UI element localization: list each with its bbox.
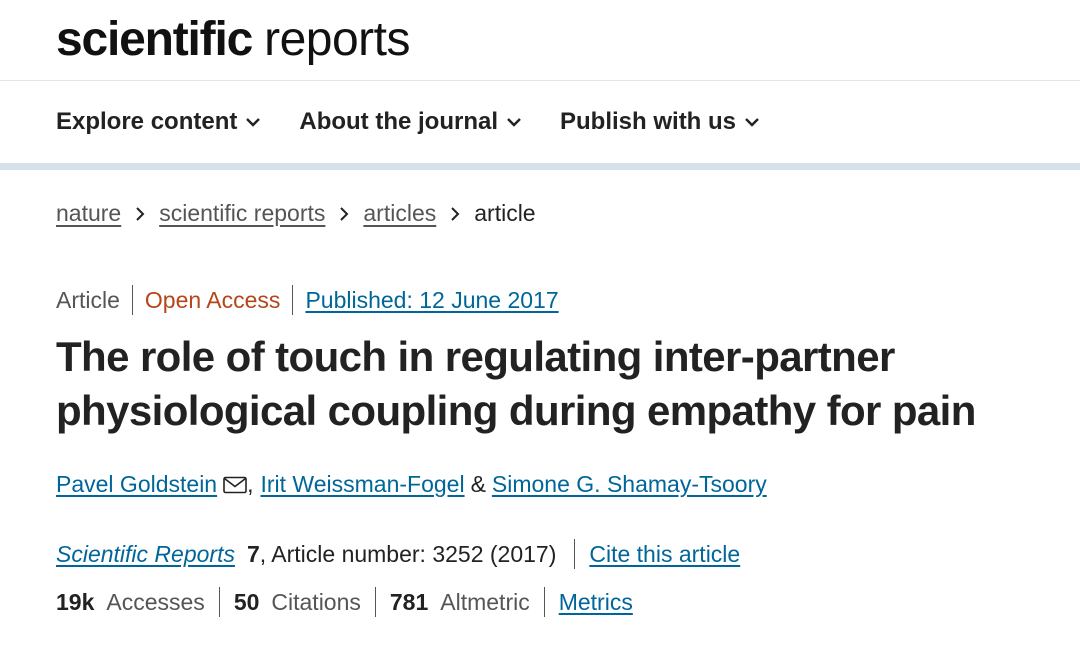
chevron-down-icon bbox=[745, 118, 759, 127]
article-metrics: 19k Accesses 50 Citations 781 Altmetric … bbox=[56, 587, 633, 617]
citation-text: , Article number: 3252 (2017) bbox=[259, 540, 557, 567]
citation-line: Scientific Reports 7 , Article number: 3… bbox=[56, 539, 740, 569]
nav-about-journal[interactable]: About the journal bbox=[299, 108, 522, 136]
citations-count: 50 bbox=[233, 588, 260, 615]
nav-publish-with-us[interactable]: Publish with us bbox=[560, 108, 760, 136]
breadcrumb-articles[interactable]: articles bbox=[363, 200, 436, 227]
author-link[interactable]: Irit Weissman-Fogel bbox=[260, 471, 464, 498]
breadcrumb-current: article bbox=[474, 200, 536, 226]
chevron-down-icon bbox=[246, 118, 261, 127]
author-list: Pavel Goldstein , Irit Weissman-Fogel & … bbox=[56, 471, 767, 498]
citations-label: Citations bbox=[271, 588, 361, 615]
altmetric-score: 781 bbox=[389, 588, 429, 615]
breadcrumb: nature scientific reports articles artic… bbox=[56, 200, 536, 227]
divider bbox=[131, 285, 133, 315]
divider bbox=[574, 539, 576, 569]
main-nav: Explore content About the journal Publis… bbox=[0, 81, 1080, 170]
nav-item-label: Publish with us bbox=[560, 108, 737, 135]
journal-name-link[interactable]: Scientific Reports bbox=[56, 541, 235, 568]
logo-light-text: reports bbox=[264, 13, 410, 66]
mail-icon[interactable] bbox=[223, 476, 247, 494]
cite-this-article-link[interactable]: Cite this article bbox=[589, 541, 740, 568]
nav-item-label: Explore content bbox=[56, 108, 238, 135]
altmetric-label: Altmetric bbox=[440, 588, 530, 615]
author-separator: & bbox=[470, 471, 486, 497]
author-link[interactable]: Simone G. Shamay-Tsoory bbox=[492, 471, 767, 498]
divider bbox=[374, 587, 376, 617]
metrics-link[interactable]: Metrics bbox=[559, 589, 633, 616]
published-date-link[interactable]: Published: 12 June 2017 bbox=[305, 287, 558, 314]
open-access-label: Open Access bbox=[144, 286, 281, 313]
chevron-right-icon bbox=[340, 206, 349, 221]
accesses-count: 19k bbox=[56, 588, 95, 615]
chevron-down-icon bbox=[507, 118, 521, 127]
article-meta: Article Open Access Published: 12 June 2… bbox=[56, 285, 559, 315]
journal-logo[interactable]: scientific reports bbox=[56, 16, 410, 64]
nav-item-label: About the journal bbox=[299, 108, 499, 135]
journal-volume: 7 bbox=[246, 540, 260, 567]
article-title: The role of touch in regulating inter-pa… bbox=[56, 333, 976, 434]
author-link[interactable]: Pavel Goldstein bbox=[56, 471, 217, 498]
divider bbox=[218, 587, 220, 617]
logo-bold-text: scientific bbox=[56, 13, 253, 66]
breadcrumb-scientific-reports[interactable]: scientific reports bbox=[159, 200, 325, 227]
nav-explore-content[interactable]: Explore content bbox=[56, 108, 261, 136]
divider bbox=[543, 587, 545, 617]
divider bbox=[292, 285, 294, 315]
chevron-right-icon bbox=[451, 206, 460, 221]
article-type: Article bbox=[56, 286, 120, 313]
accesses-label: Accesses bbox=[106, 588, 205, 615]
breadcrumb-nature[interactable]: nature bbox=[56, 200, 121, 227]
chevron-right-icon bbox=[136, 206, 145, 221]
site-header: scientific reports bbox=[0, 0, 1080, 81]
author-separator: , bbox=[247, 471, 254, 497]
